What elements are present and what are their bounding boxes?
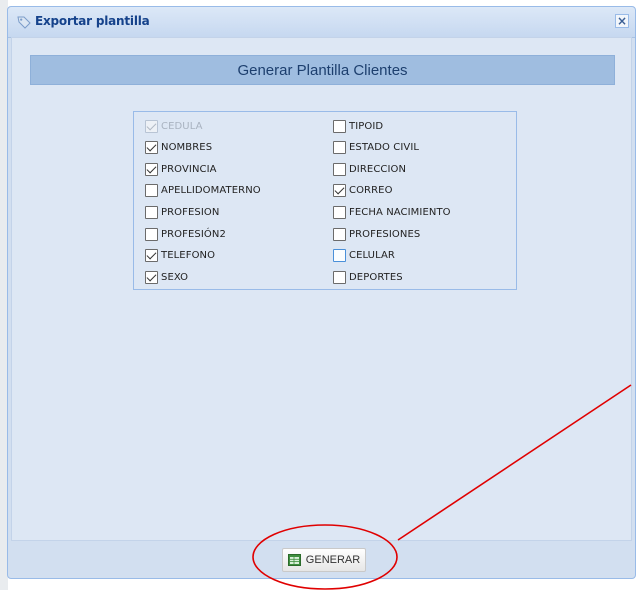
checkbox-sexo[interactable] [145, 270, 158, 284]
checkbox-label: PROFESIONES [349, 228, 421, 240]
checkbox-cedula [145, 119, 158, 133]
field-option-fecha-nacimiento[interactable]: FECHA NACIMIENTO [333, 204, 451, 220]
generate-button-label: GENERAR [305, 554, 361, 566]
field-option-apellidomaterno[interactable]: APELLIDOMATERNO [145, 183, 261, 199]
export-template-dialog: Exportar plantilla × Generar Plantilla C… [7, 6, 636, 579]
close-icon: × [616, 14, 628, 28]
checkbox-label: TELEFONO [161, 250, 216, 262]
checkbox-celular[interactable] [333, 249, 346, 263]
field-option-nombres[interactable]: NOMBRES [145, 140, 212, 156]
checkbox-label: PROFESIÓN2 [161, 228, 226, 240]
dialog-title: Exportar plantilla [35, 14, 150, 28]
checkbox-profesion[interactable] [145, 205, 158, 219]
checkbox-label: TIPOID [349, 120, 384, 132]
checkbox-label: SEXO [161, 271, 189, 283]
tag-icon [17, 16, 31, 29]
checkbox-estado-civil[interactable] [333, 141, 346, 155]
checkbox-label: DEPORTES [349, 271, 403, 283]
checkbox-profesiones[interactable] [333, 227, 346, 241]
field-option-provincia[interactable]: PROVINCIA [145, 161, 217, 177]
checkbox-label: PROFESION [161, 206, 220, 218]
spreadsheet-icon [287, 554, 301, 566]
checkbox-profesión2[interactable] [145, 227, 158, 241]
checkbox-deportes[interactable] [333, 270, 346, 284]
field-option-profesion[interactable]: PROFESION [145, 204, 219, 220]
checkbox-direccion[interactable] [333, 162, 346, 176]
close-button[interactable]: × [615, 14, 629, 28]
field-option-estado-civil[interactable]: ESTADO CIVIL [333, 140, 419, 156]
field-option-celular[interactable]: CELULAR [333, 248, 395, 264]
field-option-cedula: CEDULA [145, 118, 203, 134]
field-option-deportes[interactable]: DEPORTES [333, 269, 403, 285]
checkbox-label: PROVINCIA [161, 163, 217, 175]
field-option-profesión2[interactable]: PROFESIÓN2 [145, 226, 226, 242]
field-option-telefono[interactable]: TELEFONO [145, 248, 215, 264]
panel-header: Generar Plantilla Clientes [30, 55, 615, 85]
field-option-profesiones[interactable]: PROFESIONES [333, 226, 420, 242]
checkbox-label: ESTADO CIVIL [349, 142, 420, 154]
dialog-body: Generar Plantilla Clientes CEDULA NOMBRES… [11, 37, 632, 541]
checkbox-label: CORREO [349, 185, 393, 197]
checkbox-label: DIRECCION [349, 163, 407, 175]
dialog-footer: GENERAR [8, 541, 635, 578]
field-checkbox-group: CEDULA NOMBRES PROVINCIA APELLIDOMATERNO PRO… [133, 111, 517, 290]
checkbox-label: NOMBRES [161, 142, 213, 154]
field-option-tipoid[interactable]: TIPOID [333, 118, 383, 134]
checkbox-label: FECHA NACIMIENTO [349, 206, 451, 218]
field-option-correo[interactable]: CORREO [333, 183, 393, 199]
generate-button[interactable]: GENERAR [282, 548, 366, 572]
checkbox-label: CELULAR [349, 250, 395, 262]
panel-header-text: Generar Plantilla Clientes [237, 61, 408, 79]
field-option-direccion[interactable]: DIRECCION [333, 161, 406, 177]
checkbox-provincia[interactable] [145, 162, 158, 176]
checkbox-telefono[interactable] [145, 249, 158, 263]
field-option-sexo[interactable]: SEXO [145, 269, 188, 285]
checkbox-nombres[interactable] [145, 141, 158, 155]
dialog-titlebar[interactable]: Exportar plantilla × [8, 7, 635, 38]
checkbox-correo[interactable] [333, 184, 346, 198]
checkbox-fecha-nacimiento[interactable] [333, 205, 346, 219]
checkbox-apellidomaterno[interactable] [145, 184, 158, 198]
checkbox-tipoid[interactable] [333, 119, 346, 133]
checkbox-label: CEDULA [161, 120, 203, 132]
checkbox-label: APELLIDOMATERNO [161, 185, 261, 197]
